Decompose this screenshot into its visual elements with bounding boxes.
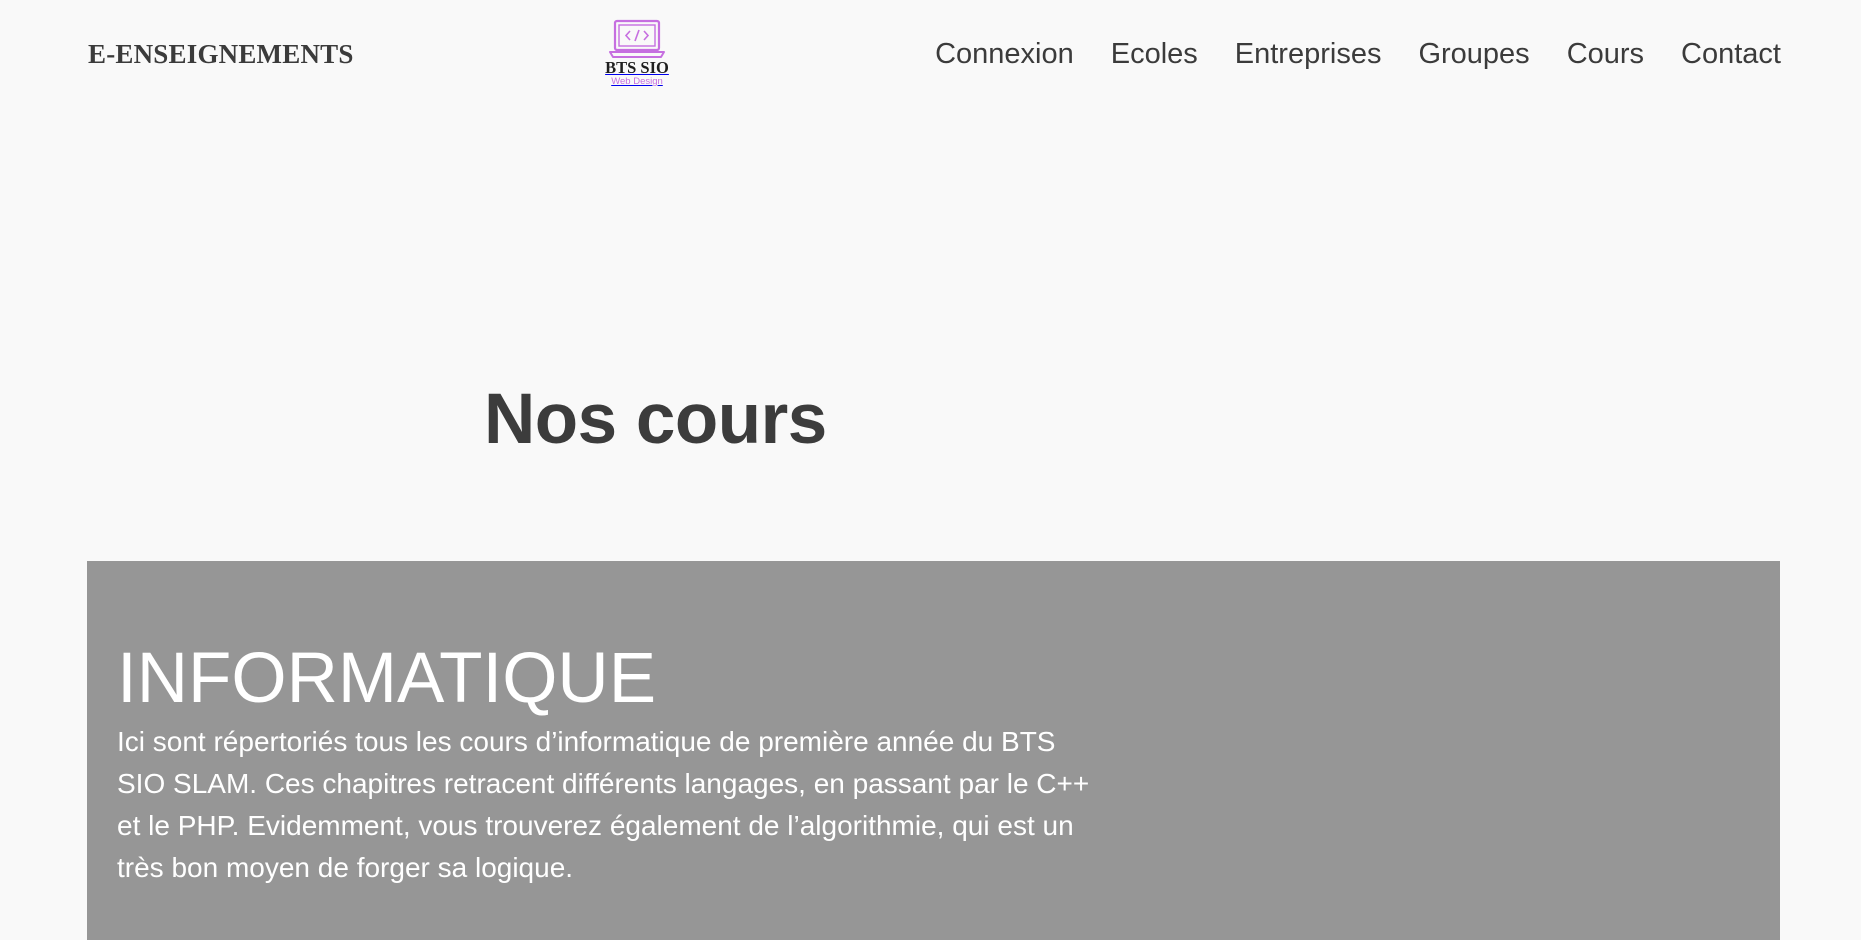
site-logo[interactable]: BTS SIO Web Design [596,18,678,94]
nav-link-ecoles[interactable]: Ecoles [1111,38,1198,70]
course-card-title: INFORMATIQUE [117,639,657,718]
nav-item-ecoles: Ecoles [1111,38,1198,71]
nav-link-entreprises[interactable]: Entreprises [1235,38,1382,70]
course-card-description: Ici sont répertoriés tous les cours d’in… [117,726,1090,883]
nav-link-connexion[interactable]: Connexion [935,38,1074,70]
site-title-link[interactable]: E-ENSEIGNEMENTS [88,39,354,70]
logo-sub-text: Web Design [611,76,663,87]
page-heading: Nos cours [484,380,827,459]
nav-item-connexion: Connexion [935,38,1074,71]
course-card-informatique: INFORMATIQUE Ici sont répertoriés tous l… [87,561,1780,940]
nav-link-groupes[interactable]: Groupes [1418,38,1529,70]
nav-item-entreprises: Entreprises [1235,38,1382,71]
nav-link-contact[interactable]: Contact [1681,38,1781,70]
nav-item-contact: Contact [1681,38,1781,71]
nav-item-cours: Cours [1567,38,1644,71]
nav-link-cours[interactable]: Cours [1567,38,1644,70]
logo-main-text: BTS SIO [605,58,669,77]
laptop-code-icon [609,19,665,58]
nav-item-groupes: Groupes [1418,38,1529,71]
